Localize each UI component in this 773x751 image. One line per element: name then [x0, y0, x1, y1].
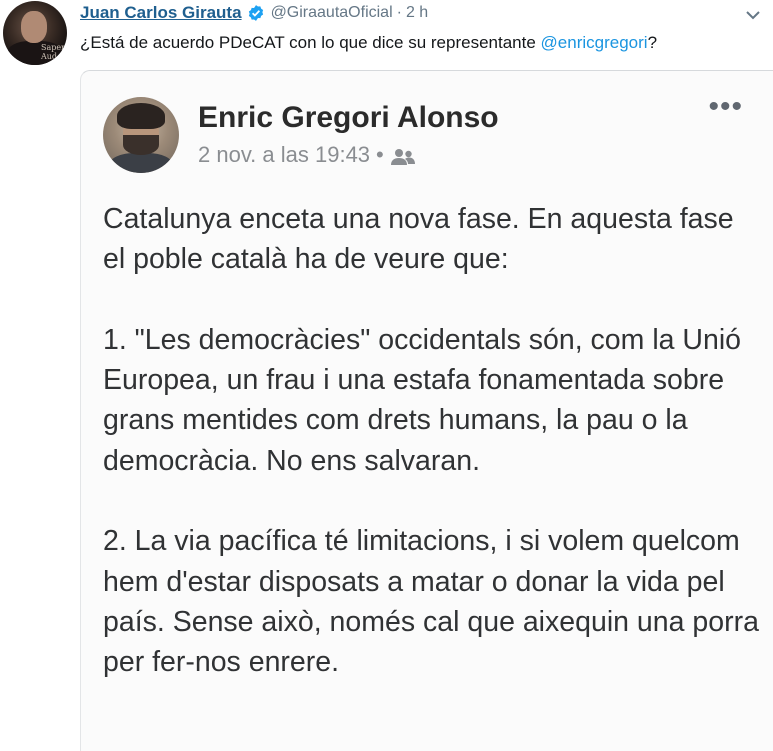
post-author-avatar — [103, 97, 179, 173]
tweet-text-body: ¿Está de acuerdo PDeCAT con lo que dice … — [80, 33, 541, 52]
avatar-face — [21, 11, 47, 43]
post-avatar-beard — [123, 135, 159, 155]
author-avatar[interactable]: Saper Aud — [3, 1, 67, 65]
more-options-icon: ••• — [708, 90, 743, 123]
post-author-name: Enric Gregori Alonso — [198, 101, 499, 134]
meta-dot: • — [376, 142, 384, 167]
embedded-post-image[interactable]: Enric Gregori Alonso 2 nov. a las 19:43 … — [80, 70, 773, 751]
post-avatar-hair — [117, 103, 165, 129]
header-separator: · — [396, 4, 402, 21]
post-paragraph: 1. "Les democràcies" occidentals són, co… — [103, 323, 742, 477]
author-handle-link[interactable]: @GiraautaOficial — [271, 4, 393, 22]
tweet-text-end: ? — [647, 33, 658, 52]
chevron-down-icon[interactable] — [745, 8, 761, 20]
tweet-header: Juan Carlos Girauta @GiraautaOficial · 2… — [80, 2, 428, 24]
mention-link[interactable]: @enricgregori — [541, 33, 648, 52]
author-name-link[interactable]: Juan Carlos Girauta — [80, 3, 242, 23]
post-paragraph: Catalunya enceta una nova fase. En aques… — [103, 203, 734, 276]
post-paragraph: 2. La via pacífica té limitacions, i si … — [103, 525, 759, 679]
post-meta: 2 nov. a las 19:43 • — [198, 142, 416, 168]
post-avatar-body — [109, 153, 173, 173]
tweet: Saper Aud Juan Carlos Girauta @GiraautaO… — [0, 0, 773, 751]
post-body: Catalunya enceta una nova fase. En aques… — [103, 199, 763, 723]
friends-audience-icon — [390, 146, 416, 165]
tweet-text: ¿Está de acuerdo PDeCAT con lo que dice … — [80, 33, 657, 53]
post-date: 2 nov. a las 19:43 — [198, 142, 371, 167]
avatar-watermark: Saper Aud — [41, 43, 65, 61]
tweet-timestamp[interactable]: 2 h — [406, 4, 428, 22]
verified-badge-icon — [247, 4, 265, 22]
